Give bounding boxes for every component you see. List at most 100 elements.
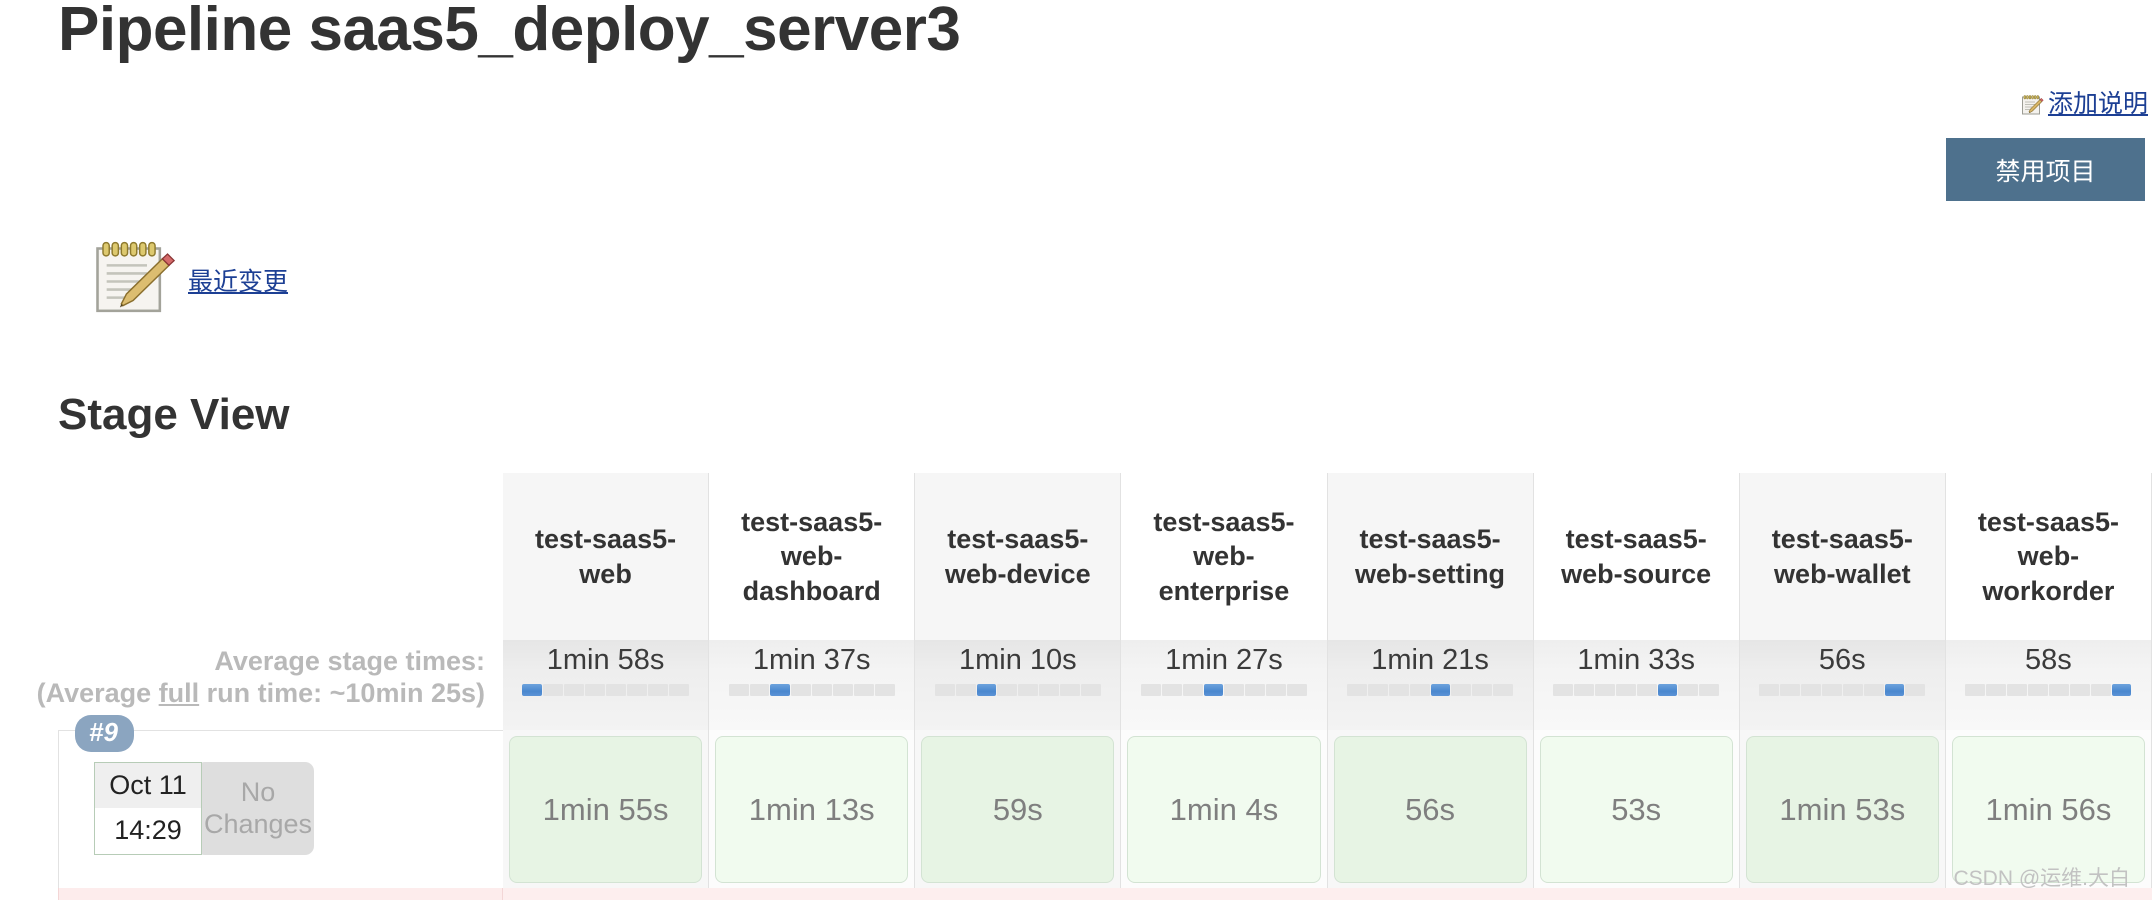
duration-bar-segment [1245,684,1266,696]
stage-duration-bar [1140,684,1307,696]
duration-bar-segment [1018,684,1039,696]
stage-duration-bar [1759,684,1926,696]
next-build-stage-cells [503,888,2152,900]
build-number-badge[interactable]: #9 [75,715,134,752]
build-duration: 1min 56s [1951,736,2145,883]
stage-column-1: test-saas5-web-dashboard [709,473,916,640]
stage-name-header: test-saas5-web [503,473,710,640]
build-duration: 56s [1333,736,1527,883]
stage-column-0: test-saas5-web [503,473,710,640]
duration-bar-segment [1409,684,1430,696]
average-times-label-cell: Average stage times: (Average full run t… [0,640,503,730]
duration-bar-segment [1965,684,1986,696]
duration-bar-segment [1203,684,1224,696]
watermark: CSDN @运维.大白 [1953,867,2131,890]
duration-bar-segment [833,684,853,696]
duration-bar-segment [2028,684,2048,696]
duration-bar-segment [812,684,833,696]
duration-bar-segment [1553,684,1573,696]
recent-changes-label: 最近变更 [188,268,289,296]
disable-project-button[interactable]: 禁用项目 [1946,138,2145,201]
build-stage-cell[interactable]: 53s [1533,730,1740,890]
next-build-row-strip [0,888,2152,900]
build-stage-cell[interactable]: 56s [1327,730,1534,890]
add-description-label: 添加说明 [2047,90,2148,118]
build-stage-cell[interactable]: 1min 53s [1739,730,1946,890]
duration-bar-segment [522,684,543,696]
duration-bar-segment [770,684,791,696]
average-stage-times-row: Average stage times: (Average full run t… [0,640,2152,730]
build-duration: 1min 55s [509,736,703,883]
duration-bar-segment [1451,684,1472,696]
stage-average-time: 1min 27s [1165,644,1283,676]
duration-bar-segment [955,684,976,696]
build-duration: 59s [921,736,1115,883]
duration-bar-segment [1884,684,1905,696]
duration-bar-segment [2111,684,2132,696]
duration-bar-segment [874,684,895,696]
full-emphasis: full [158,677,200,708]
build-stage-cell[interactable]: 1min 55s [503,730,710,890]
duration-bar-segment [1678,684,1699,696]
stage-average-time: 58s [2025,644,2072,676]
duration-bar-segment [2007,684,2028,696]
duration-bar-segment [728,684,749,696]
build-timestamp[interactable]: Oct 11 14:29 [94,762,202,855]
duration-bar-segment [1367,684,1388,696]
duration-bar-segment [606,684,626,696]
duration-bar-segment [2048,684,2069,696]
duration-bar-segment [1287,684,1307,696]
build-duration: 1min 13s [715,736,909,883]
duration-bar-segment [1161,684,1182,696]
stage-name-header: test-saas5-web-device [915,473,1122,640]
stage-header-row: test-saas5-web test-saas5-web-dashboard … [0,473,2152,640]
build-stage-cell[interactable]: 59s [915,730,1122,890]
duration-bar-segment [1574,684,1594,696]
duration-bar-segment [1472,684,1493,696]
duration-bar-segment [1636,684,1657,696]
duration-bar-segment [1080,684,1101,696]
build-date: Oct 11 [95,763,201,808]
duration-bar-segment [1986,684,2007,696]
duration-bar-segment [1140,684,1161,696]
duration-bar-segment [1388,684,1409,696]
average-stage-times-label: Average stage times: [214,646,485,676]
stage-average-time: 1min 37s [752,644,871,676]
stage-name-header: test-saas5-web-source [1533,473,1740,640]
average-full-run-time-label: (Average full run time: ~10min 25s) [36,677,485,708]
duration-bar-segment [997,684,1018,696]
build-stage-cell[interactable]: 1min 4s [1121,730,1328,890]
stage-duration-bar [934,684,1101,696]
stage-average-cell: 1min 27s [1121,640,1328,730]
duration-bar-segment [1905,684,1926,696]
build-duration: 1min 53s [1745,736,1939,883]
stage-duration-bar [1553,684,1720,696]
stage-name-header: test-saas5-web-enterprise [1121,473,1328,640]
build-stage-cell[interactable]: 1min 13s [709,730,916,890]
stage-average-cell: 56s [1739,640,1946,730]
stage-name-header: test-saas5-web-workorder [1945,473,2152,640]
duration-bar-segment [934,684,955,696]
duration-bar-segment [1594,684,1615,696]
build-info-cell: #9 Oct 11 14:29 No Changes [58,715,503,890]
duration-bar-segment [1801,684,1821,696]
duration-bar-segment [2090,684,2111,696]
build-time: 14:29 [95,808,201,854]
duration-bar-segment [1182,684,1203,696]
stage-duration-bar [728,684,895,696]
duration-bar-segment [749,684,770,696]
build-duration: 1min 4s [1127,736,1321,883]
stage-average-cell: 1min 37s [709,640,916,730]
stage-average-time: 1min 10s [958,644,1077,676]
duration-bar-segment [1346,684,1367,696]
stage-duration-bar [1346,684,1514,696]
duration-bar-segment [1657,684,1678,696]
build-changes-label[interactable]: No Changes [196,762,314,855]
duration-bar-segment [626,684,647,696]
add-description-link[interactable]: 添加说明 [2021,92,2148,117]
recent-changes-link[interactable]: 最近变更 [92,232,288,320]
duration-bar-segment [853,684,874,696]
duration-bar-segment [791,684,812,696]
duration-bar-segment [564,684,585,696]
stage-average-cell: 58s [1945,640,2152,730]
